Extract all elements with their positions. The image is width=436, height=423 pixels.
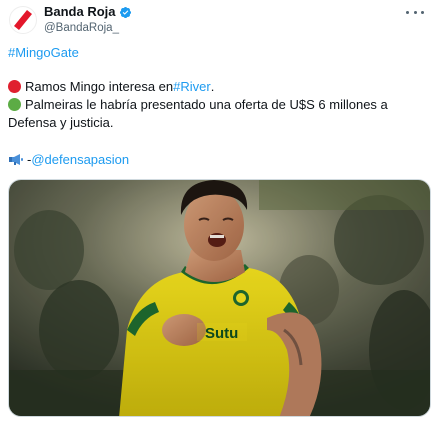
tweet-line-3: Defensa y justicia. [8,115,114,130]
tweet-hashtag-line: #MingoGate [8,44,79,61]
green-circle-icon [8,98,21,111]
more-options-button[interactable] [406,6,424,18]
tweet-card: Banda Roja @BandaRoja_ #MingoGate Ramos … [0,0,436,423]
tweet-line-2: Palmeiras le habría presentado una ofert… [8,96,388,113]
football-player-photo: Sutu [9,180,430,416]
author-handle[interactable]: @BandaRoja_ [44,21,119,35]
river-hashtag-link[interactable]: #River [173,78,211,95]
tweet-line-1: Ramos Mingo interesa en #River. [8,78,214,95]
more-dot-icon [421,10,424,14]
tweet-line-2-text: Palmeiras le habría presentado una ofert… [25,97,388,112]
more-dot-icon [413,10,417,14]
tweet-line-1-text: Ramos Mingo interesa en [25,79,174,94]
red-circle-icon [8,80,21,93]
author-name-row: Banda Roja [44,4,132,20]
hashtag-link[interactable]: #MingoGate [8,45,79,60]
verified-badge-icon [119,6,132,19]
tweet-line-4: - @defensapasion [8,151,129,168]
tweet-photo[interactable]: Sutu [8,179,431,417]
tweet-line-1-suffix: . [210,79,215,94]
mention-link[interactable]: @defensapasion [31,151,129,168]
author-display-name[interactable]: Banda Roja [44,4,116,20]
avatar[interactable] [9,6,37,34]
red-stripe-logo-icon [9,6,37,34]
more-dot-icon [406,10,409,14]
megaphone-icon [8,153,24,166]
